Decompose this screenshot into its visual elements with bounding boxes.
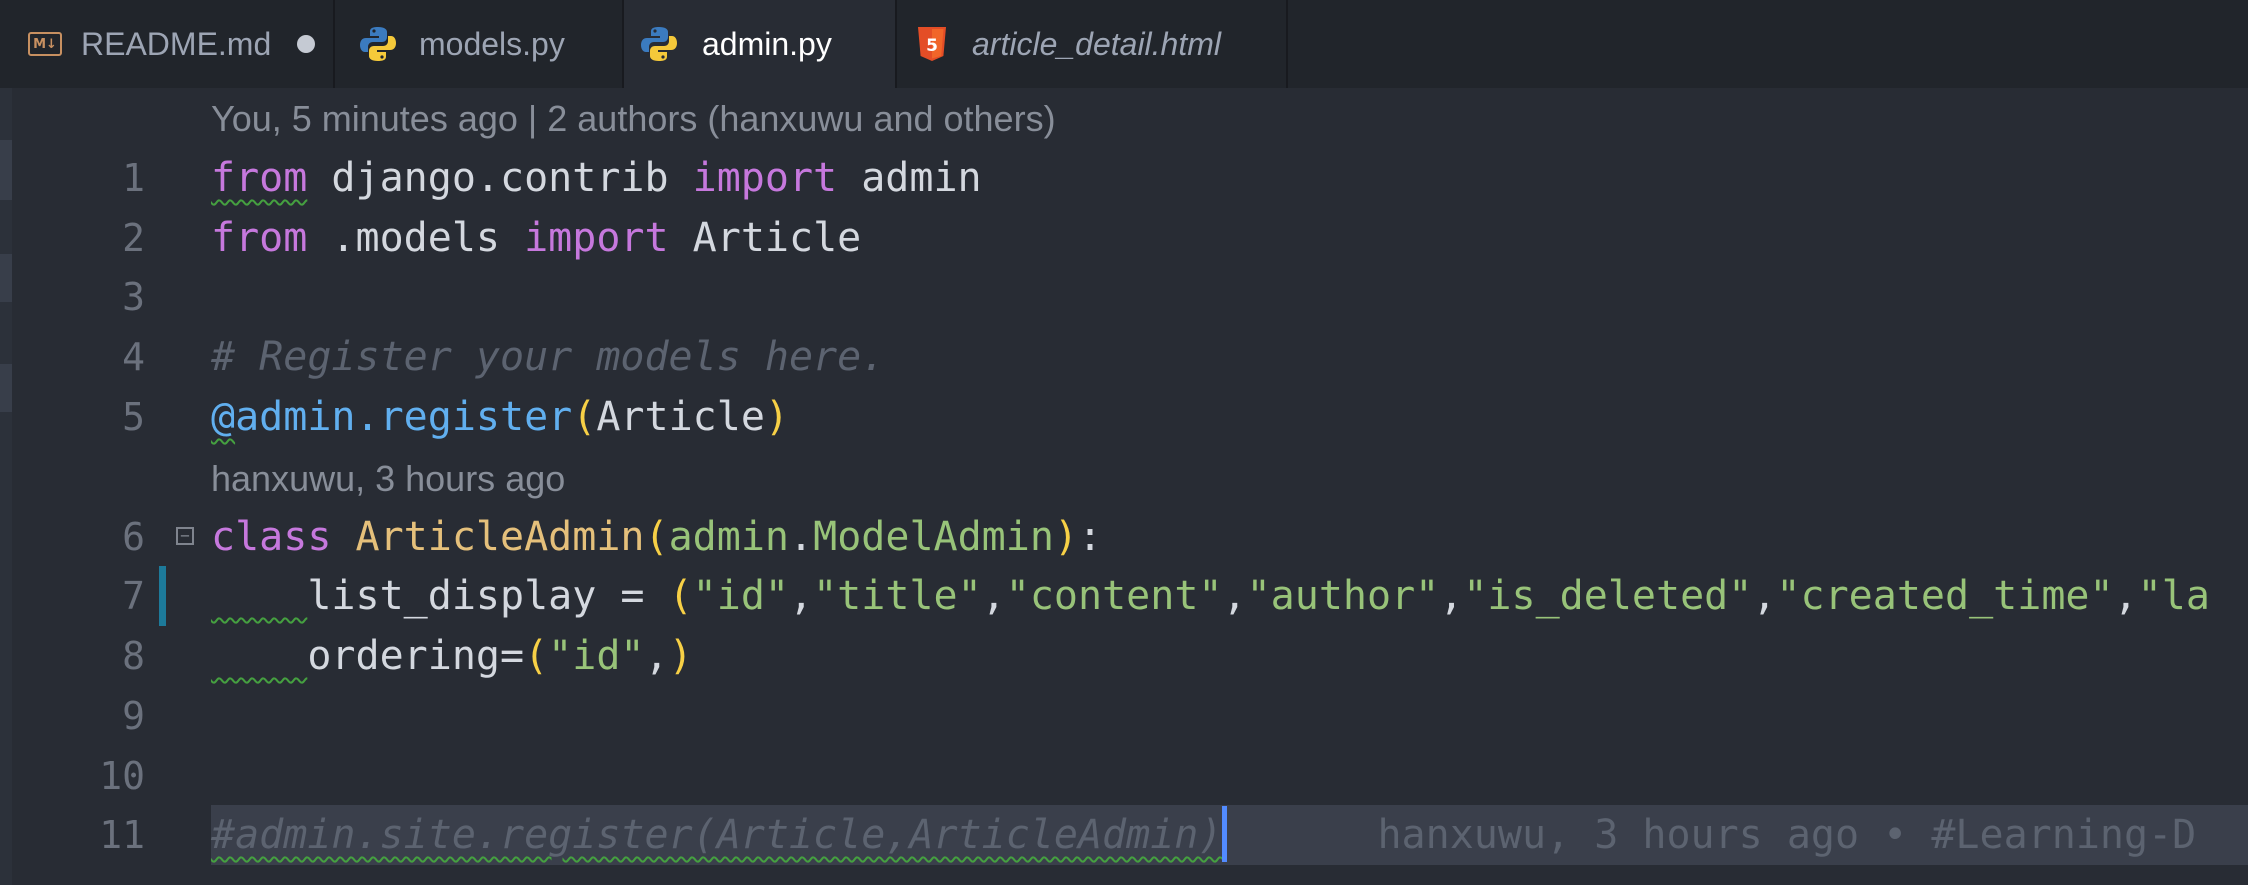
- import-name: admin: [837, 155, 982, 201]
- bracket: (: [572, 394, 597, 440]
- tab-label: models.py: [419, 25, 565, 62]
- punctuation: :: [1078, 514, 1103, 560]
- bracket: ): [764, 394, 790, 440]
- decorator-name: admin.register: [235, 394, 573, 440]
- comment: # Register your models here.: [211, 334, 886, 380]
- git-modified-bar[interactable]: [159, 566, 166, 626]
- markdown-icon: M↓: [28, 32, 62, 56]
- bracket: ): [1053, 514, 1079, 560]
- code-editor[interactable]: You, 5 minutes ago | 2 authors (hanxuwu …: [0, 88, 2248, 885]
- bracket: ): [668, 633, 693, 679]
- python-icon: [359, 25, 397, 63]
- string: "title": [813, 573, 982, 619]
- codelens-authors[interactable]: You, 5 minutes ago | 2 authors (hanxuwu …: [211, 98, 1056, 140]
- code-line-7[interactable]: list_display = ("id","title","content","…: [211, 566, 2210, 626]
- punctuation: ,: [2113, 573, 2138, 619]
- punctuation: ,: [1439, 573, 1464, 619]
- code-line-8[interactable]: ordering=("id",): [211, 626, 693, 686]
- text-cursor: [1222, 806, 1228, 862]
- keyword: class: [211, 514, 332, 560]
- keyword: from: [211, 215, 308, 261]
- punctuation: .: [789, 514, 814, 560]
- string: "author": [1246, 573, 1440, 619]
- line-number: 2: [122, 216, 145, 260]
- line-number: 7: [122, 574, 145, 618]
- html5-badge-text: 5: [926, 36, 938, 56]
- punctuation: ,: [788, 573, 814, 619]
- string: "id": [692, 573, 789, 619]
- base-class: ModelAdmin: [813, 514, 1054, 560]
- bracket: (: [524, 633, 549, 679]
- code-line-6[interactable]: class ArticleAdmin(admin.ModelAdmin):: [211, 507, 1102, 567]
- decorator-at: @: [211, 394, 236, 440]
- tab-article-detail[interactable]: 5 article_detail.html: [897, 0, 1288, 88]
- line-number: 4: [122, 335, 145, 379]
- module-name: .models: [307, 215, 525, 261]
- line-number: 6: [122, 515, 145, 559]
- tab-readme[interactable]: M↓ README.md: [0, 0, 335, 88]
- line-number: 10: [99, 754, 145, 798]
- code-line-5[interactable]: @admin.register(Article): [211, 387, 789, 447]
- tab-admin[interactable]: admin.py: [624, 0, 897, 88]
- code-line-1[interactable]: from django.contrib import admin: [211, 148, 982, 208]
- line-number: 9: [122, 694, 145, 738]
- bracket: (: [668, 573, 693, 619]
- import-name: Article: [668, 215, 862, 261]
- string: "content": [1005, 573, 1223, 619]
- inline-blame[interactable]: hanxuwu, 3 hours ago • #Learning-D: [1377, 812, 2196, 858]
- tab-label: admin.py: [702, 25, 832, 62]
- markdown-badge-text: M↓: [33, 36, 57, 52]
- line-number: 3: [122, 275, 145, 319]
- class-name: ArticleAdmin: [355, 514, 645, 560]
- string: "is_deleted": [1463, 573, 1753, 619]
- keyword: import: [524, 215, 669, 261]
- python-icon: [640, 25, 678, 63]
- fold-collapse-icon[interactable]: −: [176, 527, 194, 545]
- tab-label: article_detail.html: [972, 25, 1221, 62]
- codelens-blame[interactable]: hanxuwu, 3 hours ago: [211, 458, 565, 500]
- code-line-2[interactable]: from .models import Article: [211, 208, 861, 268]
- line-number: 1: [122, 156, 145, 200]
- base-module: admin: [668, 514, 790, 560]
- code-line-11[interactable]: #admin.site.register(Article,ArticleAdmi…: [211, 805, 2196, 865]
- line-number: 5: [122, 395, 145, 439]
- module-name: django.contrib: [307, 155, 693, 201]
- punctuation: ,: [981, 573, 1006, 619]
- line-number: 8: [122, 634, 145, 678]
- code-line-4[interactable]: # Register your models here.: [211, 327, 885, 387]
- tab-label: README.md: [81, 25, 272, 62]
- keyword: import: [692, 155, 838, 201]
- keyword: from: [211, 155, 308, 201]
- punctuation: ,: [644, 633, 669, 679]
- comment: #admin.site.register(Article,ArticleAdmi…: [211, 812, 1223, 858]
- punctuation: ,: [1752, 573, 1777, 619]
- string: "created_time": [1776, 573, 2114, 619]
- line-number: 11: [99, 813, 145, 857]
- assignment: list_display =: [307, 573, 669, 619]
- string: "la: [2137, 573, 2210, 619]
- decorator-arg: Article: [596, 394, 765, 440]
- unsaved-dot-icon[interactable]: [297, 35, 316, 53]
- bracket: (: [644, 514, 669, 560]
- html5-icon: 5: [916, 26, 948, 62]
- tab-models[interactable]: models.py: [335, 0, 624, 88]
- assignment: ordering=: [307, 633, 525, 679]
- string: "id": [548, 633, 645, 679]
- tab-bar: M↓ README.md models.py admin.py 5 articl…: [0, 0, 2248, 88]
- punctuation: ,: [1222, 573, 1247, 619]
